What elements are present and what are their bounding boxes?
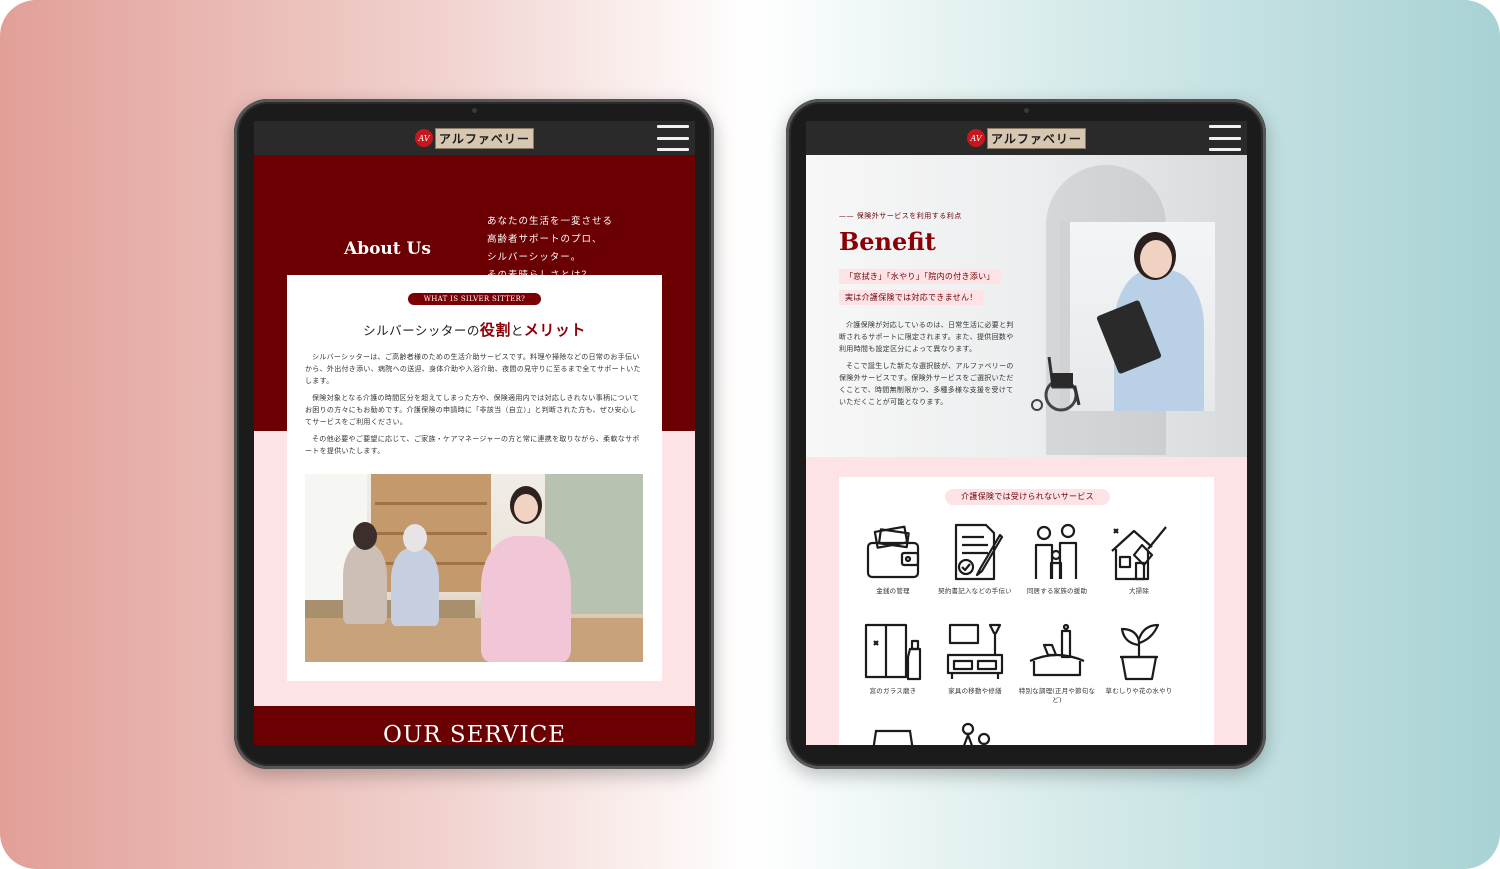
what-is-badge: WHAT IS SILVER SITTER?	[408, 293, 541, 305]
family-icon	[1034, 523, 1078, 579]
bag-icon	[872, 729, 914, 745]
tablet-left: AV アルファベリー About Us あなたの生活を一変させる 高齢者サポート…	[234, 99, 714, 769]
service-item[interactable]: 窓のガラス磨き	[853, 621, 933, 696]
showcase-background: AV アルファベリー About Us あなたの生活を一変させる 高齢者サポート…	[0, 0, 1500, 869]
service-item[interactable]: 家具の移動や修繕	[935, 621, 1015, 696]
paragraph: 介護保険が対応しているのは、日常生活に必要と判断されるサポートに限定されます。ま…	[839, 321, 1014, 353]
window-cleaning-icon	[864, 623, 922, 681]
wallet-icon	[866, 525, 920, 579]
service-item-partial	[853, 721, 933, 745]
contract-icon	[954, 523, 1004, 581]
screen-right: AV アルファベリー —— 保険外サービスを利用する利点 Benefit 「窓拭…	[806, 121, 1247, 745]
paragraph: そこで誕生した新たな選択肢が、アルファベリーの保険外サービスです。保険外サービス…	[839, 362, 1014, 406]
our-service-band: OUR SERVICE	[254, 706, 695, 745]
site-logo[interactable]: AV アルファベリー	[415, 127, 534, 149]
site-header: AV アルファベリー	[254, 121, 695, 155]
site-header: AV アルファベリー	[806, 121, 1247, 155]
site-logo[interactable]: AV アルファベリー	[967, 127, 1086, 149]
benefit-tag: 実は介護保険では対応できません！	[839, 290, 984, 305]
card-body: シルバーシッターは、ご高齢者様のための生活介助サービスです。料理や掃除などの日常…	[305, 351, 643, 462]
paragraph: シルバーシッターは、ご高齢者様のための生活介助サービスです。料理や掃除などの日常…	[305, 353, 641, 385]
people-icon	[961, 722, 991, 745]
logo-text: アルファベリー	[435, 127, 534, 149]
service-item[interactable]: 金銭の管理	[853, 521, 933, 596]
house-cleaning-icon	[1111, 526, 1167, 581]
service-label: 大掃除	[1128, 587, 1150, 595]
caregiver-photo	[305, 474, 643, 662]
benefit-body: 介護保険が対応しているのは、日常生活に必要と判断されるサポートに限定されます。ま…	[839, 319, 1017, 413]
benefit-eyebrow: —— 保険外サービスを利用する利点	[839, 212, 962, 220]
service-label: 同居する家族の援助	[1026, 587, 1088, 595]
services-card: 介護保険では受けられないサービス 金銭の管理 契約書記入などの手伝い 同居する家…	[839, 477, 1214, 745]
hamburger-menu-icon[interactable]	[657, 125, 689, 151]
camera-dot	[472, 108, 477, 113]
benefit-hero: —— 保険外サービスを利用する利点 Benefit 「窓拭き」「水やり」「院内の…	[806, 155, 1247, 457]
service-item[interactable]: 契約書記入などの手伝い	[935, 521, 1015, 596]
service-label: 窓のガラス磨き	[869, 687, 917, 695]
plant-icon	[1120, 623, 1160, 681]
services-pill: 介護保険では受けられないサービス	[945, 489, 1110, 505]
hamburger-menu-icon[interactable]	[1209, 125, 1241, 151]
paragraph: 保険対象となる介護の時間区分を超えてしまった方や、保険適用内では対応しきれない事…	[305, 394, 640, 426]
about-title: About Us	[344, 239, 431, 259]
services-area: 介護保険では受けられないサービス 金銭の管理 契約書記入などの手伝い 同居する家…	[806, 457, 1247, 745]
lead-line: シルバーシッター。	[487, 252, 582, 263]
service-label: 家具の移動や修繕	[948, 687, 1002, 695]
paragraph: その他必要やご要望に応じて、ご家族・ケアマネージャーの方と常に連携を取りながら、…	[305, 435, 640, 455]
card-heading: シルバーシッターの役割とメリット	[363, 321, 586, 339]
lead-line: あなたの生活を一変させる	[487, 216, 614, 227]
screen-left: AV アルファベリー About Us あなたの生活を一変させる 高齢者サポート…	[254, 121, 695, 745]
about-card: WHAT IS SILVER SITTER? シルバーシッターの役割とメリット …	[287, 275, 662, 681]
service-title: OUR SERVICE	[383, 722, 566, 745]
service-label: 契約書記入などの手伝い	[938, 587, 1012, 595]
tablet-right: AV アルファベリー —— 保険外サービスを利用する利点 Benefit 「窓拭…	[786, 99, 1266, 769]
logo-mark: AV	[967, 129, 986, 147]
special-cooking-icon	[1029, 623, 1085, 677]
furniture-icon	[946, 623, 1004, 679]
service-item[interactable]: 特別な調理(正月や節句など)	[1017, 621, 1097, 705]
service-label: 金銭の管理	[876, 587, 910, 595]
wheelchair-icon	[1031, 356, 1081, 412]
service-item[interactable]: 大掃除	[1099, 521, 1179, 596]
service-item-partial	[935, 721, 1015, 745]
lead-line: 高齢者サポートのプロ、	[487, 234, 603, 245]
logo-mark: AV	[415, 129, 434, 147]
logo-text: アルファベリー	[987, 127, 1086, 149]
service-item[interactable]: 草むしりや花の水やり	[1099, 621, 1179, 696]
service-label: 特別な調理(正月や節句など)	[1018, 687, 1096, 704]
service-label: 草むしりや花の水やり	[1105, 687, 1173, 695]
benefit-tag: 「窓拭き」「水やり」「院内の付き添い」	[839, 269, 1001, 284]
benefit-title: Benefit	[839, 227, 936, 256]
camera-dot	[1024, 108, 1029, 113]
service-item[interactable]: 同居する家族の援助	[1017, 521, 1097, 596]
